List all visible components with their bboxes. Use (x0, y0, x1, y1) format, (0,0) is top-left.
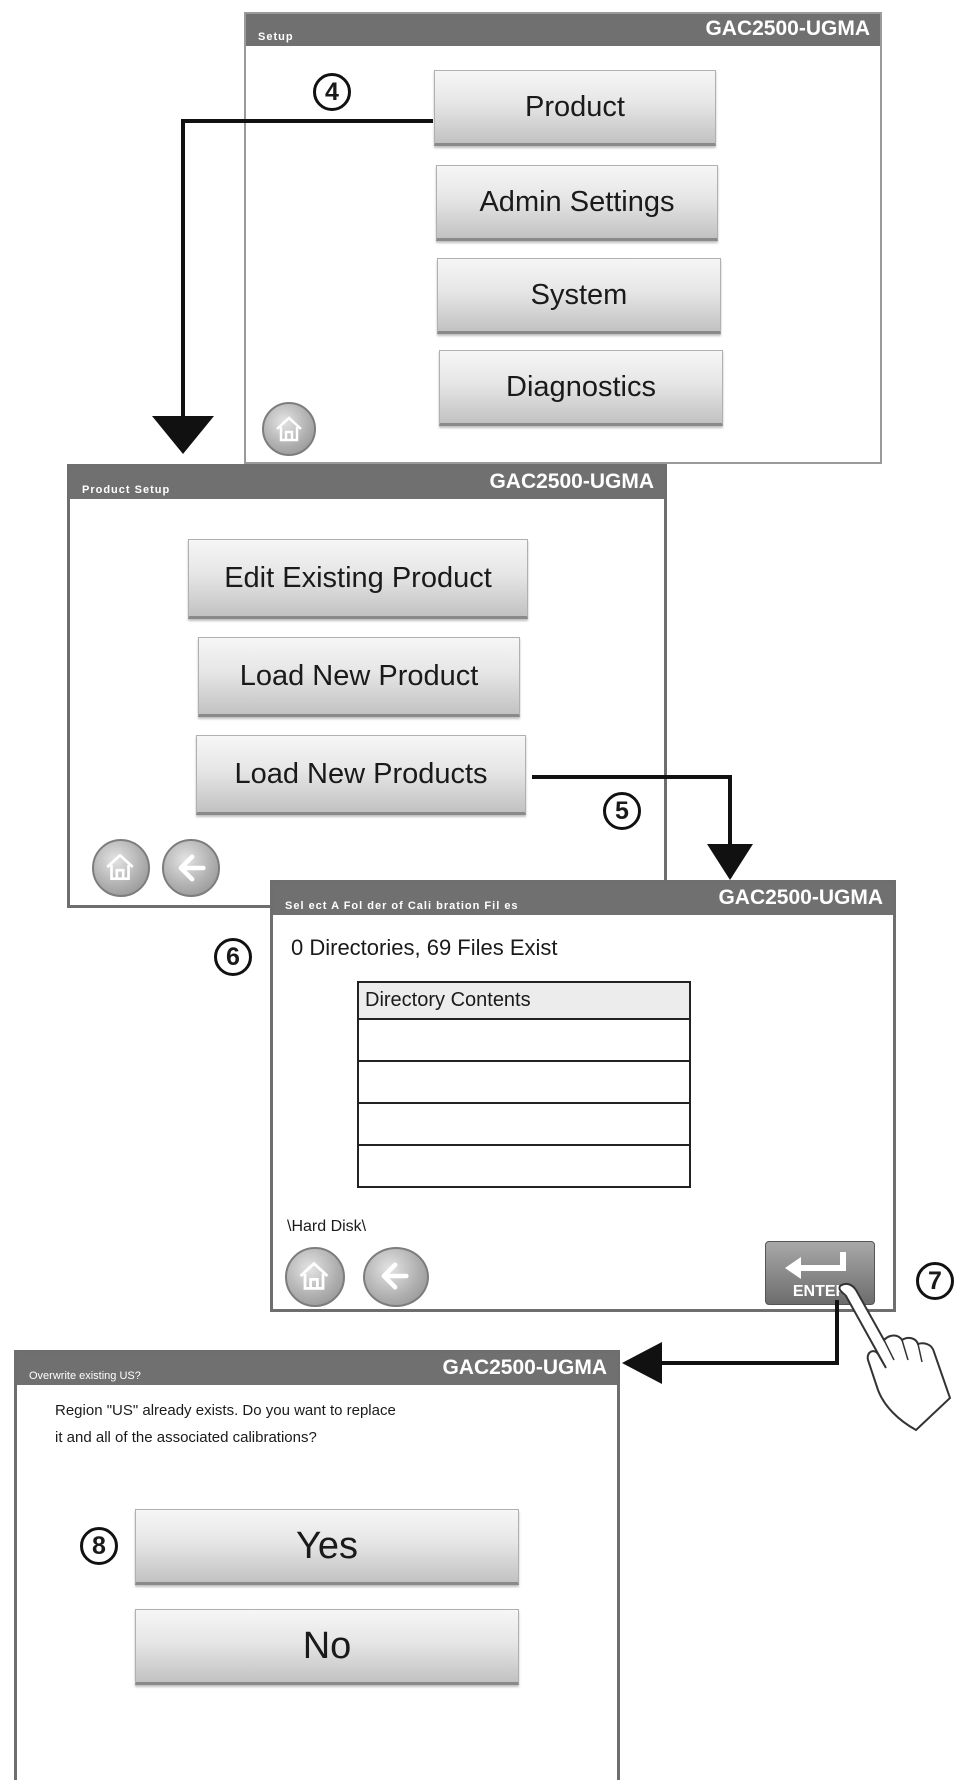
flow-arrow-2-h (532, 775, 732, 779)
step-6-marker: 6 (214, 938, 252, 976)
load-new-product-button[interactable]: Load New Product (198, 637, 520, 717)
overwrite-message: Region "US" already exists. Do you want … (55, 1397, 396, 1451)
overwrite-message-line1: Region "US" already exists. Do you want … (55, 1402, 396, 1419)
select-folder-model-label: GAC2500-UGMA (718, 886, 883, 909)
no-button[interactable]: No (135, 1609, 519, 1685)
setup-titlebar: Setup GAC2500-UGMA (246, 14, 880, 46)
flow-arrow-1-v (181, 119, 185, 417)
back-arrow-icon (381, 1262, 409, 1290)
product-setup-model-label: GAC2500-UGMA (489, 470, 654, 493)
setup-title: Setup (258, 31, 294, 43)
step-5-marker: 5 (603, 792, 641, 830)
back-button[interactable] (162, 839, 220, 897)
step-4-marker: 4 (313, 73, 351, 111)
load-new-products-button[interactable]: Load New Products (196, 735, 526, 815)
directory-contents-table: Directory Contents (357, 981, 691, 1188)
select-folder-screen: Sel ect A Fol der of Cali bration Fil es… (270, 880, 896, 1312)
admin-settings-button[interactable]: Admin Settings (436, 165, 718, 241)
pointing-hand-icon (838, 1282, 952, 1432)
product-button[interactable]: Product (434, 70, 716, 146)
table-row[interactable] (357, 1018, 691, 1062)
flow-arrow-1-head (152, 416, 214, 454)
overwrite-message-line2: it and all of the associated calibration… (55, 1429, 317, 1446)
home-button[interactable] (262, 402, 316, 456)
home-icon (276, 416, 302, 442)
system-button[interactable]: System (437, 258, 721, 334)
flow-arrow-3-head (622, 1342, 662, 1384)
select-folder-titlebar: Sel ect A Fol der of Cali bration Fil es… (273, 883, 893, 915)
flow-arrow-2-head (707, 844, 753, 880)
overwrite-screen: Overwrite existing US? GAC2500-UGMA Regi… (14, 1350, 620, 1780)
home-icon (106, 853, 134, 881)
flow-arrow-1-h (181, 119, 433, 123)
overwrite-model-label: GAC2500-UGMA (442, 1356, 607, 1379)
home-icon (299, 1261, 329, 1290)
step-8-marker: 8 (80, 1527, 118, 1565)
select-folder-title: Sel ect A Fol der of Cali bration Fil es (285, 900, 519, 912)
yes-button[interactable]: Yes (135, 1509, 519, 1585)
back-button[interactable] (363, 1247, 429, 1307)
table-row[interactable] (357, 1144, 691, 1188)
flow-arrow-2-v (728, 775, 732, 845)
home-button[interactable] (285, 1247, 345, 1307)
product-setup-title: Product Setup (82, 484, 171, 496)
table-header: Directory Contents (357, 981, 691, 1020)
back-arrow-icon (178, 854, 206, 882)
overwrite-titlebar: Overwrite existing US? GAC2500-UGMA (17, 1353, 617, 1385)
file-status-text: 0 Directories, 69 Files Exist (291, 935, 558, 960)
current-path: \Hard Disk\ (287, 1218, 367, 1235)
edit-existing-product-button[interactable]: Edit Existing Product (188, 539, 528, 619)
setup-model-label: GAC2500-UGMA (705, 17, 870, 40)
product-setup-titlebar: Product Setup GAC2500-UGMA (70, 467, 664, 499)
table-row[interactable] (357, 1102, 691, 1146)
flow-arrow-3-h (660, 1361, 839, 1365)
home-button[interactable] (92, 839, 150, 897)
enter-icon (785, 1252, 846, 1279)
product-setup-screen: Product Setup GAC2500-UGMA Edit Existing… (67, 464, 667, 908)
table-row[interactable] (357, 1060, 691, 1104)
overwrite-title: Overwrite existing US? (29, 1370, 141, 1382)
diagnostics-button[interactable]: Diagnostics (439, 350, 723, 426)
